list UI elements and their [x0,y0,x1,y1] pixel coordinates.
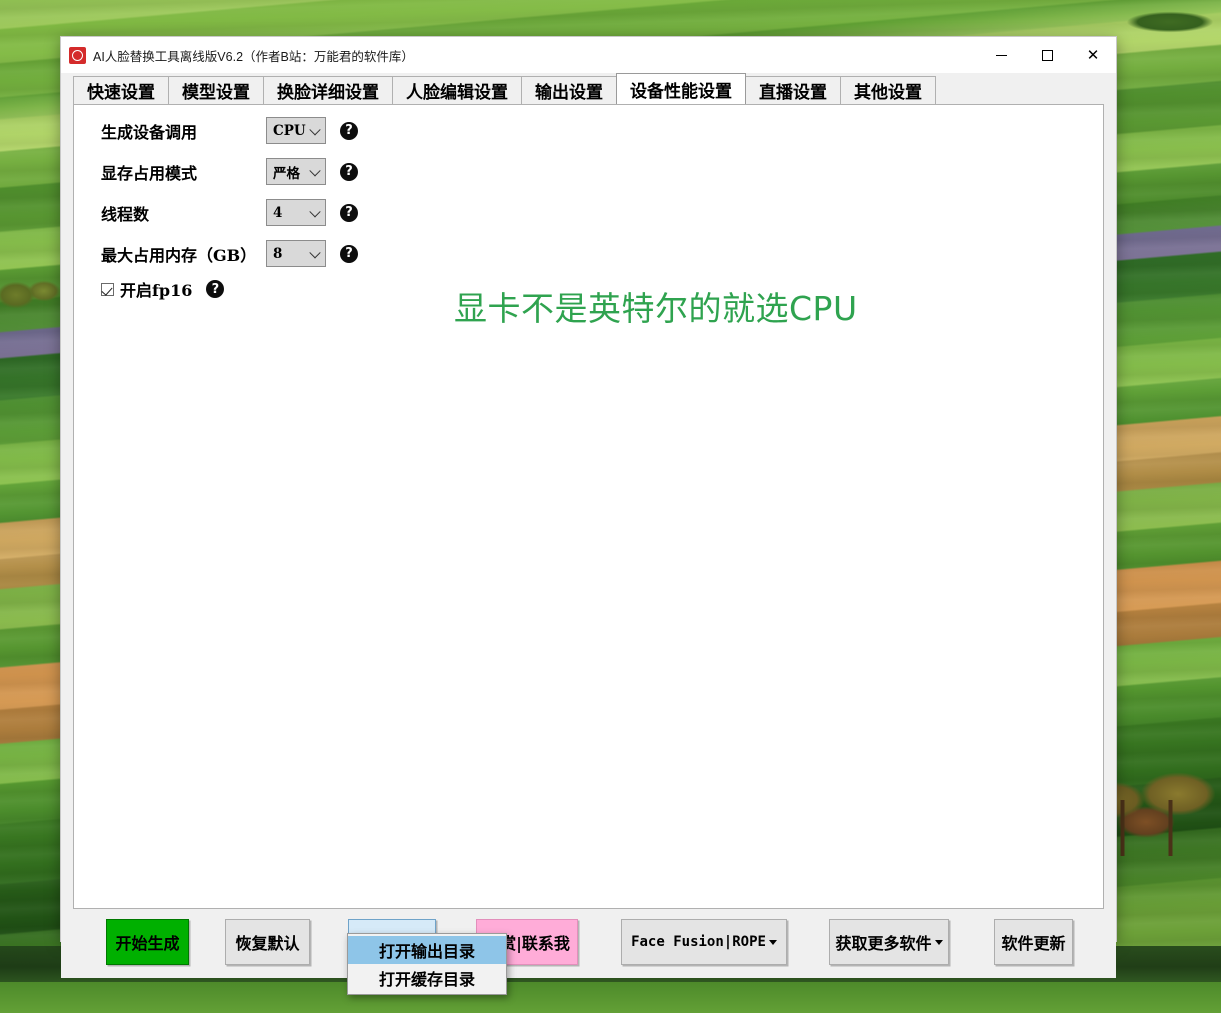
button-label: 获取更多软件 [835,934,932,953]
select-vram-mode[interactable]: 严格 [266,158,326,185]
start-generate-button[interactable]: 开始生成 [106,919,189,965]
restore-defaults-button[interactable]: 恢复默认 [225,919,310,965]
tab-other-settings[interactable]: 其他设置 [840,76,936,104]
close-button[interactable]: ✕ [1070,37,1116,73]
label-enable-fp16: 开启fp16 [120,281,193,300]
facefusion-rope-button[interactable]: Face Fusion|ROPE [621,919,787,965]
tab-label: 人脸编辑设置 [406,83,508,103]
row-generation-device: 生成设备调用 CPU ? [101,117,358,144]
chevron-down-icon [309,246,321,258]
menu-item-open-cache-dir[interactable]: 打开缓存目录 [348,964,506,992]
app-logo-icon [69,46,86,64]
label-vram-mode: 显存占用模式 [101,163,198,183]
select-value: 严格 [273,165,300,182]
window-controls: ✕ [978,37,1116,73]
label-max-memory: 最大占用内存（GB） [101,245,257,265]
tab-label: 直播设置 [759,83,827,103]
caret-down-icon [768,939,777,945]
tab-label: 设备性能设置 [630,81,732,102]
application-window: AI人脸替换工具离线版V6.2（作者B站：万能君的软件库） ✕ 快速设置 模型设… [60,36,1117,978]
minimize-button[interactable] [978,37,1024,73]
chevron-down-icon [309,164,321,176]
bottom-button-bar: 开始生成 恢复默认 输出目录 打赏|联系我 Face Fusion|ROPE 获… [61,910,1116,978]
row-vram-mode: 显存占用模式 严格 ? [101,158,358,185]
output-directory-menu: 打开输出目录 打开缓存目录 [347,933,507,995]
select-max-memory[interactable]: 8 [266,240,326,267]
tab-strip: 快速设置 模型设置 换脸详细设置 人脸编辑设置 输出设置 设备性能设置 直播设置… [61,73,1116,104]
tab-label: 模型设置 [182,83,250,103]
button-label: 软件更新 [1001,934,1066,953]
foreground-field-band-lower [0,982,1221,1013]
tab-face-edit-settings[interactable]: 人脸编辑设置 [392,76,522,104]
maximize-icon [1041,49,1053,61]
horizon-trees-decoration [1118,8,1221,34]
select-value: 8 [273,245,283,262]
caret-down-icon [934,939,943,945]
close-icon: ✕ [1086,45,1100,64]
select-generation-device[interactable]: CPU [266,117,326,144]
window-title: AI人脸替换工具离线版V6.2（作者B站：万能君的软件库） [93,49,414,64]
button-label: Face Fusion|ROPE [631,934,766,950]
software-update-button[interactable]: 软件更新 [994,919,1073,965]
chevron-down-icon [309,123,321,135]
help-icon-enable-fp16[interactable]: ? [206,280,225,298]
title-bar: AI人脸替换工具离线版V6.2（作者B站：万能君的软件库） ✕ [61,37,1116,73]
menu-item-label: 打开缓存目录 [378,970,475,989]
help-icon-vram-mode[interactable]: ? [340,162,358,181]
button-label: 开始生成 [115,934,180,953]
maximize-button[interactable] [1024,37,1070,73]
tab-output-settings[interactable]: 输出设置 [521,76,617,104]
minimize-icon [995,54,1007,56]
select-thread-count[interactable]: 4 [266,199,326,226]
tab-device-performance-settings[interactable]: 设备性能设置 [616,73,746,104]
settings-content-panel: 生成设备调用 CPU ? 显存占用模式 严格 ? 线程数 4 ? 最大占用内存（… [73,104,1104,909]
row-max-memory: 最大占用内存（GB） 8 ? [101,240,358,267]
tab-label: 输出设置 [535,83,603,103]
row-thread-count: 线程数 4 ? [101,199,358,226]
select-value: CPU [273,122,306,139]
help-icon-generation-device[interactable]: ? [340,121,358,140]
label-thread-count: 线程数 [101,204,150,224]
tab-label: 换脸详细设置 [277,83,379,103]
help-icon-thread-count[interactable]: ? [340,203,358,222]
tab-model-settings[interactable]: 模型设置 [168,76,264,104]
tab-quick-settings[interactable]: 快速设置 [73,76,169,104]
get-more-software-button[interactable]: 获取更多软件 [829,919,949,965]
select-value: 4 [273,204,283,221]
checkbox-enable-fp16[interactable] [101,282,114,296]
tab-label: 快速设置 [87,83,155,103]
tab-label: 其他设置 [854,83,922,103]
tab-faceswap-detail-settings[interactable]: 换脸详细设置 [263,76,393,104]
left-trees-decoration [0,275,62,345]
row-enable-fp16: 开启fp16 ? [101,277,225,301]
help-icon-max-memory[interactable]: ? [340,244,358,263]
tab-live-settings[interactable]: 直播设置 [745,76,841,104]
chevron-down-icon [309,205,321,217]
annotation-text: 显卡不是英特尔的就选CPU [454,289,858,328]
button-label: 恢复默认 [235,934,300,953]
label-generation-device: 生成设备调用 [101,122,198,142]
menu-item-label: 打开输出目录 [378,942,475,961]
menu-item-open-output-dir[interactable]: 打开输出目录 [348,936,506,964]
